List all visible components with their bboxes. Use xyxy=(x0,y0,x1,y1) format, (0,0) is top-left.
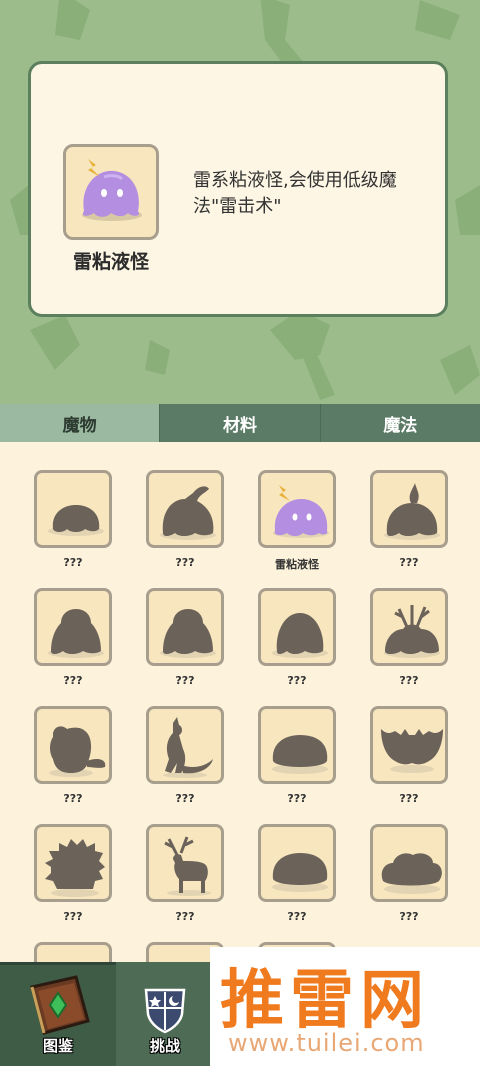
monster-entry[interactable]: ??? xyxy=(238,560,350,687)
monster-tile[interactable] xyxy=(146,824,224,902)
monster-entry-label: ??? xyxy=(63,910,83,923)
slime-silhouette-icon xyxy=(48,505,104,536)
watermark-main: 推雷网 xyxy=(220,964,430,1038)
atlas-label: 图鉴 xyxy=(42,1037,73,1055)
monster-name: 雷粘液怪 xyxy=(72,251,149,273)
monster-portrait xyxy=(63,144,159,240)
monster-tile[interactable] xyxy=(370,470,448,548)
category-tabs: 魔物 材料 魔法 xyxy=(0,404,480,442)
tab-magic[interactable]: 魔法 xyxy=(319,404,480,442)
blob-silhouette-icon xyxy=(272,735,328,774)
monster-entry-label: ??? xyxy=(287,910,307,923)
monster-tile[interactable] xyxy=(258,824,336,902)
challenge-button[interactable]: 挑战 xyxy=(120,962,210,1066)
monster-entry-label: ??? xyxy=(399,910,419,923)
monster-tile[interactable] xyxy=(34,588,112,666)
tab-monsters[interactable]: 魔物 xyxy=(0,404,160,442)
monster-entry[interactable]: ??? xyxy=(126,560,238,687)
monster-tile[interactable] xyxy=(146,588,224,666)
monster-entry[interactable]: ??? xyxy=(14,796,126,923)
creature-silhouette-icon xyxy=(49,726,106,777)
cloud-blob-silhouette-icon xyxy=(381,853,442,894)
blob-silhouette-icon xyxy=(272,853,328,892)
monster-entry[interactable]: ??? xyxy=(126,678,238,805)
book-icon xyxy=(30,975,90,1035)
monster-entry[interactable]: ??? xyxy=(14,560,126,687)
monster-entry[interactable]: ??? xyxy=(238,796,350,923)
monster-entry[interactable]: ??? xyxy=(238,678,350,805)
monster-entry[interactable]: ??? xyxy=(14,442,126,569)
monster-entry[interactable]: ??? xyxy=(350,678,462,805)
monster-detail-card: 雷粘液怪 雷系粘液怪,会使用低级魔法"雷击术" xyxy=(28,61,448,317)
monster-tile[interactable] xyxy=(146,706,224,784)
thunder-slime-icon xyxy=(273,485,329,538)
monster-entry-label: ??? xyxy=(175,910,195,923)
monster-description: 雷系粘液怪,会使用低级魔法"雷击术" xyxy=(193,170,397,217)
monster-tile[interactable] xyxy=(34,706,112,784)
watermark: 推雷网 www.tuilei.com xyxy=(210,947,480,1066)
monster-tile[interactable] xyxy=(34,470,112,548)
monster-tile[interactable] xyxy=(34,824,112,902)
thunder-slime-icon xyxy=(82,159,142,221)
flame-slime-silhouette-icon xyxy=(384,483,440,540)
monster-tile[interactable] xyxy=(370,588,448,666)
bell-slime-silhouette-icon xyxy=(48,609,104,658)
monster-entry[interactable]: ??? xyxy=(126,442,238,569)
atlas-button[interactable]: 图鉴 xyxy=(0,962,116,1066)
monster-entry[interactable]: ??? xyxy=(350,560,462,687)
monster-grid: ?????? 雷粘液怪??????????????????????????????… xyxy=(0,442,480,982)
tab-materials[interactable]: 材料 xyxy=(159,404,320,442)
dome-slime-silhouette-icon xyxy=(272,613,328,658)
monster-tile[interactable] xyxy=(258,588,336,666)
monster-entry[interactable]: 雷粘液怪 xyxy=(238,442,350,571)
shield-icon xyxy=(144,988,186,1034)
monster-entry[interactable]: ??? xyxy=(126,796,238,923)
monster-tile[interactable] xyxy=(146,470,224,548)
bat-silhouette-icon xyxy=(381,729,443,773)
monster-entry[interactable]: ??? xyxy=(350,796,462,923)
antler-slime-silhouette-icon xyxy=(384,605,440,658)
watermark-sub: www.tuilei.com xyxy=(228,1029,425,1057)
hedgehog-silhouette-icon xyxy=(45,839,105,897)
deer-silhouette-icon xyxy=(164,836,211,896)
monster-tile[interactable] xyxy=(258,706,336,784)
monster-tile[interactable] xyxy=(370,706,448,784)
monster-tile[interactable] xyxy=(370,824,448,902)
monster-tile[interactable] xyxy=(258,470,336,548)
challenge-label: 挑战 xyxy=(149,1037,180,1055)
kangaroo-silhouette-icon xyxy=(163,717,213,778)
monster-entry[interactable]: ??? xyxy=(350,442,462,569)
bell-slime-silhouette-icon xyxy=(160,609,216,658)
monster-entry[interactable]: ??? xyxy=(14,678,126,805)
leaf-slime-silhouette-icon xyxy=(160,486,216,540)
